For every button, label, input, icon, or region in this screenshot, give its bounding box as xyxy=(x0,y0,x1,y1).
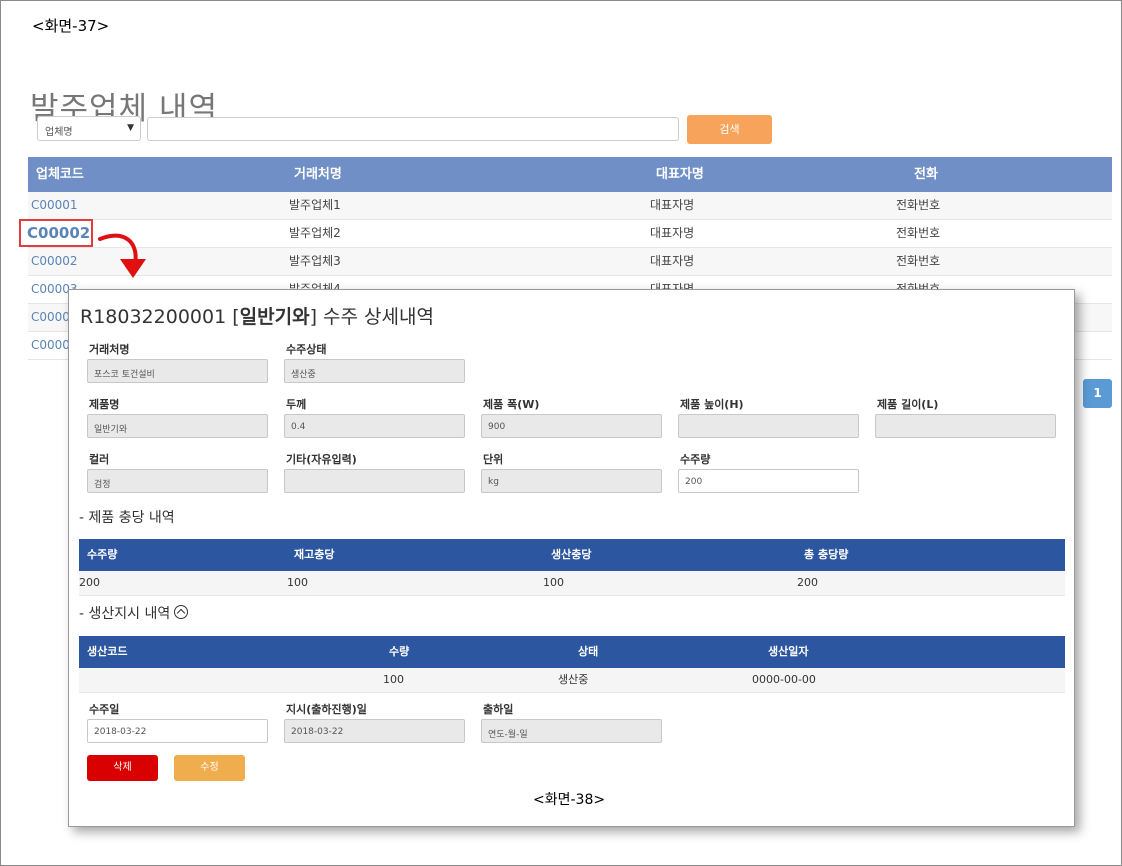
quantity-label: 수주량 xyxy=(680,453,711,466)
unit-label: 단위 xyxy=(483,453,504,466)
production-table: 생산코드 수량 상태 생산일자 100 생산중 0000-00-00 xyxy=(79,636,1065,693)
shipping-date-field[interactable]: 연도-월-일 xyxy=(481,719,662,743)
phone-number: 전화번호 xyxy=(896,198,941,212)
customer-name: 발주업체1 xyxy=(289,198,341,212)
dialog-title-prefix: R18032200001 [ xyxy=(80,306,240,328)
production-section-title: - 생산지시 내역 xyxy=(79,603,189,623)
table-row[interactable]: C00001 발주업체1 대표자명 전화번호 xyxy=(28,192,1112,220)
production-header-date: 생산일자 xyxy=(768,645,809,658)
instruction-date-label: 지시(출하진행)일 xyxy=(286,703,367,716)
table-row[interactable]: C00002 발주업체3 대표자명 전화번호 xyxy=(28,248,1112,276)
customer-name-label: 거래처명 xyxy=(89,343,130,356)
representative-name: 대표자명 xyxy=(650,226,695,240)
unit-field[interactable]: kg xyxy=(481,469,662,493)
quantity-field[interactable]: 200 xyxy=(678,469,859,493)
delete-button[interactable]: 삭제 xyxy=(87,755,158,781)
production-header-code: 생산코드 xyxy=(87,645,128,658)
allocation-stock: 100 xyxy=(287,576,308,589)
shipping-date-label: 출하일 xyxy=(483,703,514,716)
product-name-label: 제품명 xyxy=(89,398,120,411)
table-row[interactable]: 발주업체2 대표자명 전화번호 xyxy=(28,220,1112,248)
production-table-header: 생산코드 수량 상태 생산일자 xyxy=(79,636,1065,668)
order-detail-dialog: R18032200001 [일반기와] 수주 상세내역 거래처명 포스코 토건설… xyxy=(68,289,1075,827)
production-row: 100 생산중 0000-00-00 xyxy=(79,668,1065,693)
width-field[interactable]: 900 xyxy=(481,414,662,438)
production-header-quantity: 수량 xyxy=(389,645,410,658)
production-date: 0000-00-00 xyxy=(752,673,816,686)
representative-name: 대표자명 xyxy=(650,198,695,212)
phone-number: 전화번호 xyxy=(896,226,941,240)
length-field[interactable] xyxy=(875,414,1056,438)
header-representative: 대표자명 xyxy=(656,167,704,182)
customer-name: 발주업체3 xyxy=(289,254,341,268)
vendor-table-header: 업체코드 거래처명 대표자명 전화 xyxy=(28,157,1112,192)
search-input[interactable] xyxy=(147,117,679,141)
length-label: 제품 길이(L) xyxy=(877,398,939,411)
allocation-table-header: 수주량 재고충당 생산충당 총 충당량 xyxy=(79,539,1065,571)
order-date-field[interactable]: 2018-03-22 xyxy=(87,719,268,743)
screen-label-top: <화면-37> xyxy=(32,17,110,35)
production-status: 생산중 xyxy=(558,673,589,686)
allocation-section-title: - 제품 충당 내역 xyxy=(79,510,175,526)
order-date-label: 수주일 xyxy=(89,703,120,716)
vendor-code-link[interactable]: C00002 xyxy=(31,248,78,275)
production-section-label: - 생산지시 내역 xyxy=(79,606,171,622)
height-label: 제품 높이(H) xyxy=(680,398,744,411)
thickness-label: 두께 xyxy=(286,398,307,411)
pagination-page-1[interactable]: 1 xyxy=(1083,379,1112,408)
customer-name: 발주업체2 xyxy=(289,226,341,240)
vendor-code-link[interactable]: C00001 xyxy=(31,192,78,219)
allocation-table: 수주량 재고충당 생산충당 총 충당량 200 100 100 200 xyxy=(79,539,1065,596)
customer-name-field[interactable]: 포스코 토건설비 xyxy=(87,359,268,383)
color-field[interactable]: 검정 xyxy=(87,469,268,493)
production-quantity: 100 xyxy=(383,673,404,686)
order-status-field[interactable]: 생산중 xyxy=(284,359,465,383)
etc-label: 기타(자유입력) xyxy=(286,453,357,466)
search-type-select[interactable]: 업체명 ▼ xyxy=(37,116,141,141)
phone-number: 전화번호 xyxy=(896,254,941,268)
search-type-value: 업체명 xyxy=(45,127,73,138)
screen-label-bottom: <화면-38> xyxy=(533,792,606,808)
search-button[interactable]: 검색 xyxy=(687,115,772,144)
etc-field[interactable] xyxy=(284,469,465,493)
dialog-title: R18032200001 [일반기와] 수주 상세내역 xyxy=(80,302,434,329)
instruction-date-field[interactable]: 2018-03-22 xyxy=(284,719,465,743)
allocation-header-production: 생산충당 xyxy=(551,548,592,561)
representative-name: 대표자명 xyxy=(650,254,695,268)
production-header-status: 상태 xyxy=(578,645,599,658)
allocation-row: 200 100 100 200 xyxy=(79,571,1065,596)
allocation-header-total: 총 충당량 xyxy=(804,548,849,561)
dialog-title-suffix: ] 수주 상세내역 xyxy=(309,306,434,328)
product-name-field[interactable]: 일반기와 xyxy=(87,414,268,438)
header-customer-name: 거래처명 xyxy=(294,167,342,182)
allocation-total: 200 xyxy=(797,576,818,589)
collapse-toggle-icon[interactable] xyxy=(174,605,189,619)
allocation-header-quantity: 수주량 xyxy=(87,548,118,561)
red-arrow-icon xyxy=(98,233,146,278)
allocation-quantity: 200 xyxy=(79,576,100,589)
chevron-down-icon: ▼ xyxy=(127,123,134,133)
order-status-label: 수주상태 xyxy=(286,343,327,356)
header-phone: 전화 xyxy=(914,167,938,182)
color-label: 컬러 xyxy=(89,453,110,466)
allocation-header-stock: 재고충당 xyxy=(294,548,335,561)
allocation-production: 100 xyxy=(543,576,564,589)
dialog-title-product: 일반기와 xyxy=(239,306,310,328)
header-vendor-code: 업체코드 xyxy=(36,167,84,182)
height-field[interactable] xyxy=(678,414,859,438)
highlighted-vendor-code[interactable]: C00002 xyxy=(27,224,90,242)
edit-button[interactable]: 수정 xyxy=(174,755,245,781)
thickness-field[interactable]: 0.4 xyxy=(284,414,465,438)
width-label: 제품 폭(W) xyxy=(483,398,540,411)
